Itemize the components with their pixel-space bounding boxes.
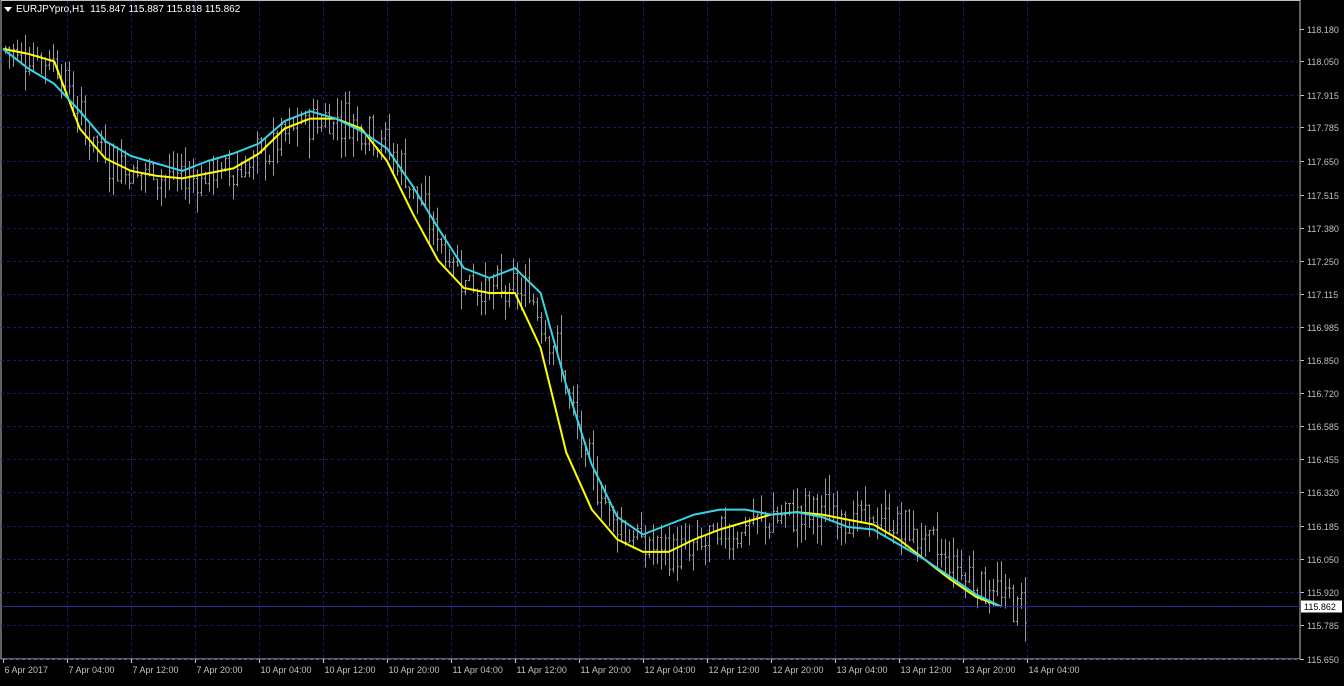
x-tick-label: 11 Apr 04:00 xyxy=(453,665,503,675)
y-tick-label: 116.185 xyxy=(1307,522,1339,532)
y-tick-label: 115.920 xyxy=(1307,588,1339,598)
x-tick-label: 10 Apr 20:00 xyxy=(389,665,440,675)
y-tick-label: 116.585 xyxy=(1307,422,1339,432)
y-tick-label: 118.050 xyxy=(1307,57,1339,67)
y-tick-label: 116.320 xyxy=(1307,488,1339,498)
ohlc-values: 115.847 115.887 115.818 115.862 xyxy=(90,4,241,15)
x-tick-label: 7 Apr 04:00 xyxy=(69,665,115,675)
x-tick-label: 10 Apr 04:00 xyxy=(261,665,312,675)
y-tick-label: 117.250 xyxy=(1307,257,1339,267)
y-tick-label: 116.455 xyxy=(1307,455,1339,465)
y-tick-label: 116.985 xyxy=(1307,323,1339,333)
x-tick-label: 10 Apr 12:00 xyxy=(325,665,376,675)
x-tick-label: 11 Apr 20:00 xyxy=(581,665,631,675)
x-tick-label: 12 Apr 04:00 xyxy=(645,665,696,675)
y-tick-label: 116.720 xyxy=(1307,389,1339,399)
y-tick-label: 115.785 xyxy=(1307,621,1339,631)
x-tick-label: 13 Apr 04:00 xyxy=(837,665,888,675)
y-tick-label: 117.915 xyxy=(1307,91,1339,101)
x-tick-label: 6 Apr 2017 xyxy=(5,665,49,675)
price-chart[interactable]: 118.180 118.050 117.915 117.785 117.650 117.5… xyxy=(0,0,1344,682)
current-price-label: 115.862 xyxy=(1304,602,1336,612)
x-tick-label: 12 Apr 12:00 xyxy=(709,665,760,675)
y-tick-label: 116.050 xyxy=(1307,555,1339,565)
y-tick-label: 117.785 xyxy=(1307,123,1339,133)
x-tick-label: 7 Apr 20:00 xyxy=(197,665,243,675)
x-tick-label: 13 Apr 20:00 xyxy=(965,665,1016,675)
triangle-down-icon[interactable] xyxy=(4,6,12,12)
chart-header: EURJPYpro,H1 115.847 115.887 115.818 115… xyxy=(4,4,240,15)
y-tick-label: 117.115 xyxy=(1307,290,1338,300)
y-tick-label: 116.850 xyxy=(1307,356,1339,366)
y-tick-label: 117.515 xyxy=(1307,191,1339,201)
y-tick-label: 117.380 xyxy=(1307,224,1339,234)
y-tick-label: 115.650 xyxy=(1307,655,1339,665)
x-tick-label: 13 Apr 12:00 xyxy=(901,665,952,675)
symbol-label: EURJPYpro,H1 xyxy=(16,4,85,15)
x-tick-label: 12 Apr 20:00 xyxy=(773,665,824,675)
x-tick-label: 11 Apr 12:00 xyxy=(517,665,567,675)
y-tick-label: 118.180 xyxy=(1307,25,1339,35)
x-tick-label: 14 Apr 04:00 xyxy=(1029,665,1080,675)
x-tick-label: 7 Apr 12:00 xyxy=(133,665,179,675)
chart-window[interactable]: 118.180 118.050 117.915 117.785 117.650 117.5… xyxy=(0,0,1344,682)
y-tick-label: 117.650 xyxy=(1307,157,1339,167)
